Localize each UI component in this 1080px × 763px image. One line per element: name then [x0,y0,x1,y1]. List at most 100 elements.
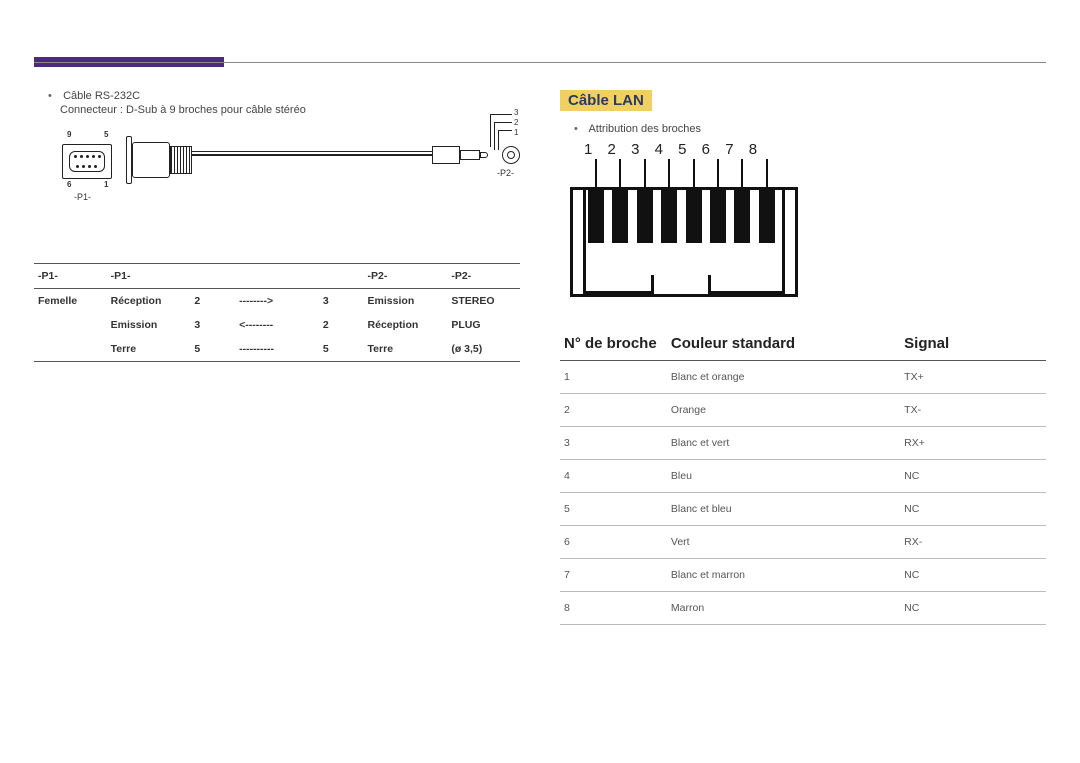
table-cell: 2 [190,289,235,314]
dsub-pin-1-label: 1 [104,180,108,189]
table-cell: 2 [319,313,364,337]
table-cell: 3 [560,427,667,460]
lan-pin-table: N° de broche Couleur standard Signal 1Bl… [560,327,1046,625]
th-color: Couleur standard [667,327,900,361]
table-cell: 5 [560,493,667,526]
cable-line-icon [192,154,432,156]
table-cell: 4 [560,460,667,493]
table-cell: Terre [107,337,191,362]
rs232-bullet: • Câble RS-232C [48,90,520,102]
lan-pin-number: 6 [702,141,710,158]
table-cell: 7 [560,559,667,592]
table-cell: <-------- [235,313,319,337]
table-cell: Terre [364,337,448,362]
table-cell: Blanc et orange [667,361,900,394]
table-header-row: N° de broche Couleur standard Signal [560,327,1046,361]
lan-diagram: 12345678 [562,141,822,301]
p2-diagram-label: -P2- [497,168,514,178]
table-cell: 2 [560,394,667,427]
jack-end-icon [502,146,520,164]
table-cell: 3 [190,313,235,337]
page-content: • Câble RS-232C Connecteur : D-Sub à 9 b… [34,90,1046,625]
table-row: 7Blanc et marronNC [560,559,1046,592]
dsub-pin-9-label: 9 [67,130,71,139]
th-p1a: -P1- [34,264,107,289]
jack-pin-3-label: 3 [514,108,518,117]
table-cell: Blanc et marron [667,559,900,592]
lan-heading: Câble LAN [560,90,652,111]
jack-lead-icon [490,114,512,115]
jack-pin-1-label: 1 [514,128,518,137]
table-row: 5Blanc et bleuNC [560,493,1046,526]
table-cell: 5 [319,337,364,362]
lan-pin-number: 3 [631,141,639,158]
table-row: 8MarronNC [560,592,1046,625]
lan-bullet-text: Attribution des broches [588,123,701,135]
jack-lead-icon [498,130,512,131]
lan-pin-number: 1 [584,141,592,158]
table-cell: Réception [107,289,191,314]
rs232-table-body: FemelleRéception2-------->3EmissionSTERE… [34,289,520,362]
p1-diagram-label: -P1- [74,192,91,202]
table-cell: RX+ [900,427,1046,460]
bullet-dot-icon: • [48,90,60,102]
bullet-dot-icon: • [574,123,586,135]
table-cell: TX- [900,394,1046,427]
dsub-side-icon [132,136,187,184]
table-cell: PLUG [447,313,520,337]
table-cell: --------> [235,289,319,314]
table-cell: NC [900,592,1046,625]
th-pin-no: N° de broche [560,327,667,361]
rs232-bullet-text: Câble RS-232C [63,90,140,102]
dsub-pin-6-label: 6 [67,180,71,189]
lan-table-body: 1Blanc et orangeTX+2OrangeTX-3Blanc et v… [560,361,1046,625]
table-cell: Emission [107,313,191,337]
table-cell: Blanc et vert [667,427,900,460]
table-cell: Vert [667,526,900,559]
table-cell: NC [900,559,1046,592]
table-cell: Femelle [34,289,107,314]
table-row: 3Blanc et vertRX+ [560,427,1046,460]
table-cell [34,337,107,362]
th-signal: Signal [900,327,1046,361]
lan-pin-number: 8 [749,141,757,158]
th-p1b: -P1- [107,264,191,289]
table-row: FemelleRéception2-------->3EmissionSTERE… [34,289,520,314]
table-row: 2OrangeTX- [560,394,1046,427]
jack-lead-icon [494,122,512,123]
cable-line-icon [192,151,432,152]
left-column: • Câble RS-232C Connecteur : D-Sub à 9 b… [34,90,540,625]
lan-pin-number: 4 [655,141,663,158]
rs232-diagram: 9 5 6 1 -P1- 3 2 1 [34,128,520,253]
jack-pin-2-label: 2 [514,118,518,127]
th-p2b: -P2- [447,264,520,289]
lan-pin-numbers: 12345678 [584,141,757,158]
lan-pin-number: 7 [725,141,733,158]
table-row: Emission3<--------2RéceptionPLUG [34,313,520,337]
table-cell: (ø 3,5) [447,337,520,362]
table-row: 6VertRX- [560,526,1046,559]
lan-pin-number: 5 [678,141,686,158]
table-header-row: -P1- -P1- -P2- -P2- [34,264,520,289]
stereo-jack-icon [432,146,482,164]
th-blank1 [190,264,235,289]
table-cell: 6 [560,526,667,559]
table-cell: Emission [364,289,448,314]
lan-pin-number: 2 [608,141,616,158]
table-row: 1Blanc et orangeTX+ [560,361,1046,394]
table-cell: 8 [560,592,667,625]
rj45-jack-icon [570,187,798,297]
table-cell: STEREO [447,289,520,314]
table-cell [34,313,107,337]
th-blank2 [235,264,319,289]
table-cell: Bleu [667,460,900,493]
dsub-pin-5-label: 5 [104,130,108,139]
lan-bullet: • Attribution des broches [574,123,1046,135]
table-cell: Marron [667,592,900,625]
table-row: 4BleuNC [560,460,1046,493]
table-cell: NC [900,493,1046,526]
table-cell: Orange [667,394,900,427]
th-blank3 [319,264,364,289]
right-column: Câble LAN • Attribution des broches 1234… [540,90,1046,625]
table-row: Terre5----------5Terre(ø 3,5) [34,337,520,362]
